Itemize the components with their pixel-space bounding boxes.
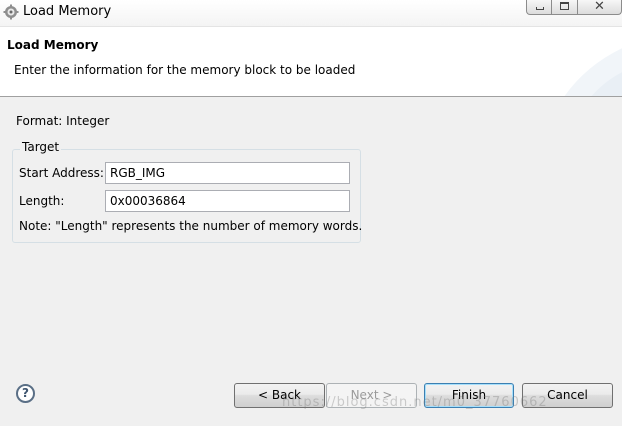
start-address-label: Start Address:: [19, 166, 104, 180]
format-label: Format: Integer: [16, 114, 110, 128]
maximize-icon: [560, 2, 569, 10]
help-button[interactable]: ?: [16, 384, 35, 403]
start-address-input[interactable]: [105, 162, 350, 184]
close-icon: ✕: [594, 0, 605, 14]
maximize-button[interactable]: [552, 0, 578, 15]
header-title: Load Memory: [7, 38, 99, 52]
length-label: Length:: [19, 194, 65, 208]
help-icon: ?: [22, 386, 29, 400]
finish-button[interactable]: Finish: [424, 383, 514, 408]
minimize-icon: [536, 7, 544, 10]
cancel-button[interactable]: Cancel: [522, 383, 613, 408]
next-button[interactable]: Next >: [326, 383, 417, 408]
dialog-header: Load Memory Enter the information for th…: [0, 27, 622, 97]
close-button[interactable]: ✕: [578, 0, 622, 15]
window-controls: ✕: [526, 0, 622, 16]
minimize-button[interactable]: [526, 0, 552, 15]
header-decoration-graphic: [564, 48, 622, 96]
back-button[interactable]: < Back: [234, 383, 325, 408]
window-title: Load Memory: [23, 4, 112, 19]
header-description: Enter the information for the memory blo…: [14, 63, 356, 77]
length-note: Note: "Length" represents the number of …: [19, 219, 363, 233]
title-bar: Load Memory ✕: [0, 0, 622, 27]
eclipse-gear-icon: [3, 4, 19, 20]
length-input[interactable]: [105, 190, 350, 212]
load-memory-dialog: Load Memory ✕ Load Memory Enter the info…: [0, 0, 622, 426]
target-group-title: Target: [20, 140, 62, 154]
